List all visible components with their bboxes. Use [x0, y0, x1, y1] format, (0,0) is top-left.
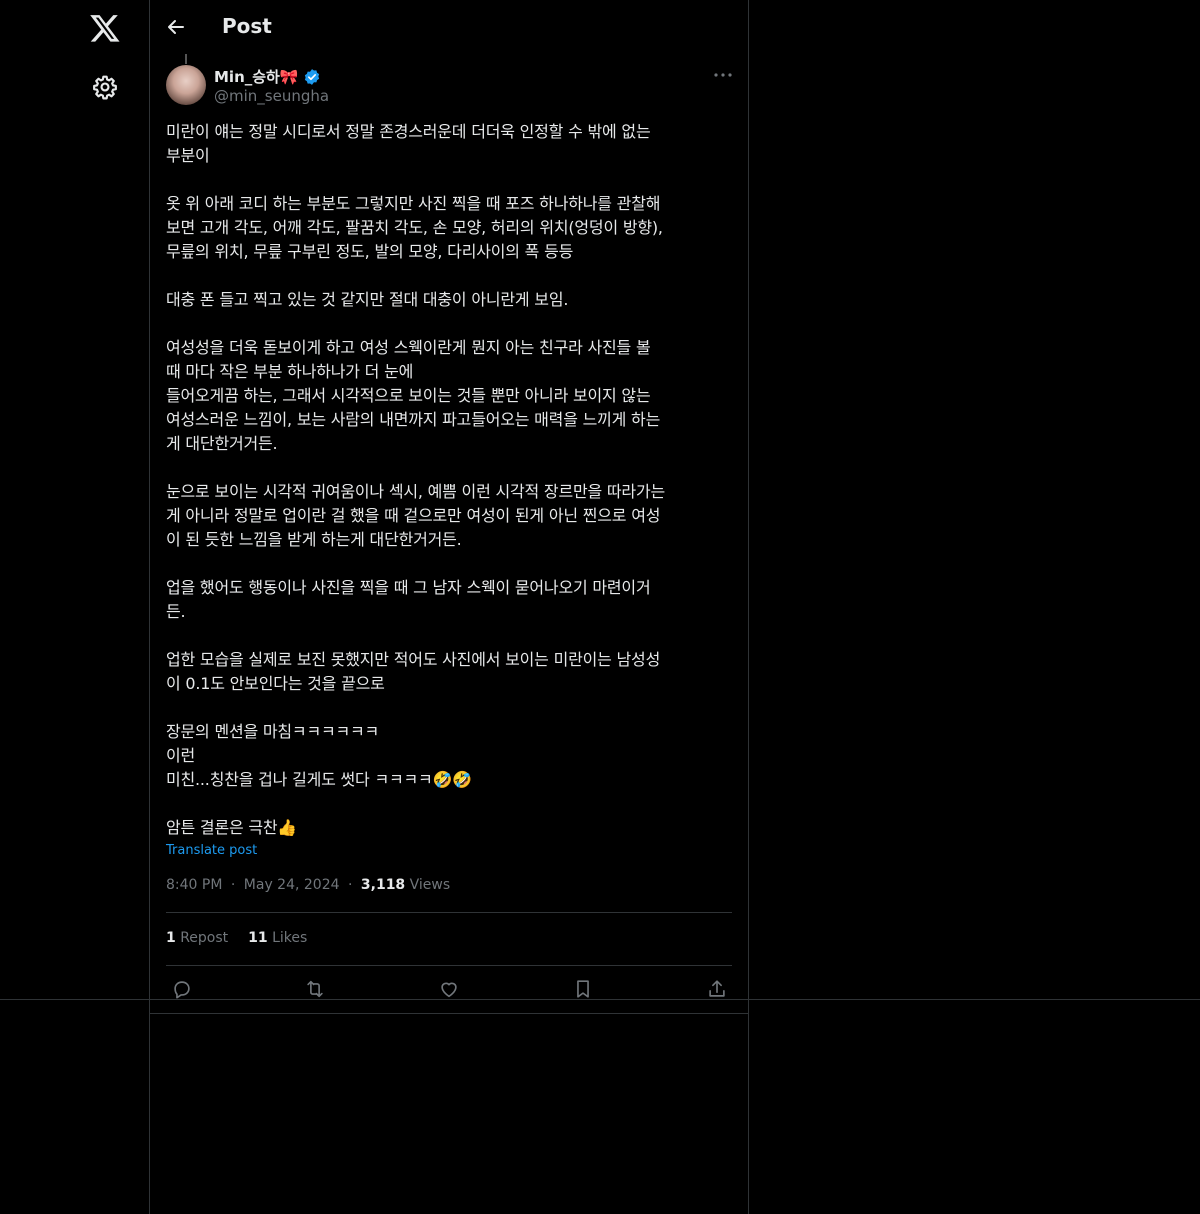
post-meta: 8:40 PM · May 24, 2024 · 3,118 Views: [166, 877, 450, 893]
post-text: 미란이 얘는 정말 시디로서 정말 존경스러운데 더더욱 인정할 수 밖에 없는…: [166, 122, 665, 837]
likes-label: Likes: [272, 930, 308, 946]
more-dots-icon[interactable]: [712, 68, 734, 82]
share-icon[interactable]: [706, 978, 728, 1000]
gear-icon[interactable]: [92, 74, 118, 100]
divider: [166, 965, 732, 966]
heart-icon[interactable]: [438, 978, 460, 1000]
post-page: Post Min_승하🎀 @min_seungha 미란이 얘는 정말 시디로서…: [0, 0, 1200, 1214]
column-border-right: [748, 0, 749, 1214]
views-count: 3,118: [360, 877, 406, 893]
post-time[interactable]: 8:40 PM: [166, 877, 222, 893]
reposts-label: Repost: [180, 930, 229, 946]
repost-icon[interactable]: [304, 978, 326, 1000]
thread-connector: [185, 54, 187, 64]
reply-icon[interactable]: [171, 978, 193, 1000]
post-stats: 1 Repost 11 Likes: [166, 930, 307, 946]
views-label: Views: [409, 877, 451, 893]
verified-badge-icon: [304, 68, 319, 85]
page-title: Post: [222, 14, 272, 38]
reposts-stat[interactable]: 1 Repost: [166, 930, 228, 946]
x-logo-icon[interactable]: [88, 12, 122, 44]
author-display-name[interactable]: Min_승하🎀: [214, 66, 299, 87]
column-border-left: [149, 0, 150, 1214]
viewport-divider: [0, 999, 1200, 1000]
meta-separator: ·: [347, 877, 353, 893]
bookmark-icon[interactable]: [572, 978, 594, 1000]
author-handle[interactable]: @min_seungha: [214, 87, 329, 105]
meta-separator: ·: [230, 877, 236, 893]
post-date[interactable]: May 24, 2024: [244, 877, 340, 893]
author-name[interactable]: Min_승하🎀: [214, 66, 321, 87]
divider: [166, 912, 732, 913]
avatar[interactable]: [166, 65, 206, 105]
post-bottom-border: [149, 1013, 749, 1014]
action-bar: [166, 978, 732, 1000]
back-arrow-icon[interactable]: [164, 15, 188, 39]
translate-post-link[interactable]: Translate post: [166, 843, 257, 858]
likes-stat[interactable]: 11 Likes: [248, 930, 307, 946]
likes-count: 11: [248, 930, 268, 946]
reposts-count: 1: [166, 930, 176, 946]
